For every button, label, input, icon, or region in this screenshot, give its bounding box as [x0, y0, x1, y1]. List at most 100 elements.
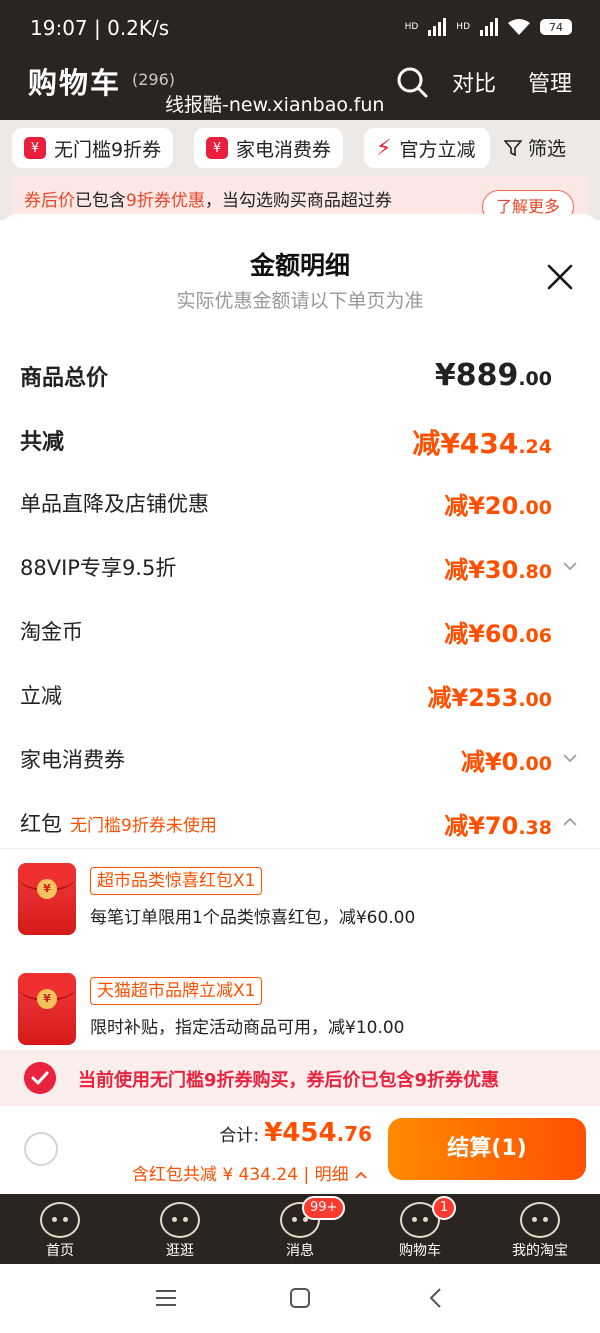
- banner-text-2: 已包含: [75, 191, 126, 211]
- row-amount: 减¥60.06: [444, 620, 552, 648]
- row-label: 共减: [20, 430, 65, 455]
- chevron-down-icon: [563, 754, 577, 763]
- status-bar: 19:07 | 0.2K/s HD HD 74: [0, 0, 600, 56]
- profile-mascot-icon: [520, 1202, 560, 1238]
- chevron-up-icon: [355, 1171, 367, 1179]
- wifi-icon: [508, 19, 530, 35]
- tab-label: 逛逛: [166, 1243, 194, 1259]
- close-icon[interactable]: [545, 262, 575, 292]
- chip-coupon-90[interactable]: ¥ 无门槛9折券: [12, 128, 174, 168]
- row-amount: 减¥434.24: [412, 427, 552, 460]
- chip-official-discount[interactable]: ⚡ 官方立减: [364, 128, 490, 168]
- red-packet-list: ¥ 超市品类惊喜红包X1 每笔订单限用1个品类惊喜红包，减¥60.00 ¥ 天猫…: [0, 848, 600, 1048]
- row-instant-reduce: 立减 减¥253.00: [0, 670, 600, 720]
- row-label: 家电消费券: [20, 748, 125, 772]
- chip-appliance-coupon[interactable]: ¥ 家电消费券: [194, 128, 344, 168]
- status-time: 19:07 | 0.2K/s: [30, 16, 170, 40]
- row-amount: 减¥30.80: [444, 556, 552, 584]
- home-mascot-icon: [40, 1202, 80, 1238]
- tab-label: 消息: [286, 1243, 314, 1259]
- tab-cart[interactable]: 1 购物车: [360, 1194, 480, 1264]
- checkout-bar: 合计: ¥454.76 含红包共减 ¥ 434.24 | 明细 结算(1): [0, 1106, 600, 1194]
- row-label: 立减: [20, 684, 62, 708]
- row-amount: 减¥20.00: [444, 492, 552, 520]
- signal-icon: [428, 18, 447, 36]
- list-item: ¥ 天猫超市品牌立减X1 限时补贴，指定活动商品可用，减¥10.00: [18, 973, 588, 1053]
- browse-mascot-icon: [160, 1202, 200, 1238]
- row-red-packet[interactable]: 红包 无门槛9折券未使用 减¥70.38: [0, 798, 600, 848]
- banner-text-4: ，当勾选购买商品超过券: [204, 191, 392, 211]
- status-icons: HD HD 74: [405, 18, 572, 36]
- search-icon[interactable]: [396, 66, 428, 98]
- row-label: 商品总价: [20, 366, 109, 391]
- app-header: 19:07 | 0.2K/s HD HD 74 购物车 (296) 线报酷-ne…: [0, 0, 600, 120]
- coupon-tag-icon: ¥: [206, 137, 228, 159]
- red-packet-desc: 限时补贴，指定活动商品可用，减¥10.00: [90, 1018, 405, 1038]
- tab-home[interactable]: 首页: [0, 1194, 120, 1264]
- coupon-tag-icon: ¥: [24, 137, 46, 159]
- signal-hd-label-2: HD: [456, 22, 470, 32]
- red-packet-tag: 天猫超市品牌立减X1: [90, 977, 263, 1005]
- red-packet-icon: ¥: [18, 973, 76, 1045]
- funnel-icon: [504, 139, 522, 156]
- chevron-down-icon: [563, 562, 577, 571]
- row-taojinbi: 淘金币 减¥60.06: [0, 606, 600, 656]
- check-icon[interactable]: [24, 1062, 56, 1094]
- filter-label: 筛选: [528, 138, 567, 160]
- banner-text-1: 券后价: [24, 191, 75, 211]
- chip-label: 无门槛9折券: [54, 138, 162, 161]
- amount-detail-sheet: 金额明细 实际优惠金额请以下单页为准 商品总价 ¥889.00 共减 减¥434…: [0, 214, 600, 1194]
- row-amount: ¥889.00: [434, 358, 552, 393]
- row-appliance-coupon[interactable]: 家电消费券 减¥0.00: [0, 734, 600, 784]
- lightning-icon: ⚡: [376, 135, 392, 161]
- checkout-button[interactable]: 结算(1): [388, 1118, 586, 1180]
- manage-button[interactable]: 管理: [528, 66, 572, 98]
- page-title: 购物车: [28, 66, 122, 100]
- red-packet-icon: ¥: [18, 863, 76, 935]
- row-amount: 减¥253.00: [427, 684, 552, 712]
- system-nav-bar: [0, 1264, 600, 1333]
- row-goods-total: 商品总价 ¥889.00: [0, 350, 600, 400]
- filter-button[interactable]: 筛选: [504, 134, 566, 161]
- tab-browse[interactable]: 逛逛: [120, 1194, 240, 1264]
- detail-link[interactable]: 含红包共减 ¥ 434.24 | 明细: [132, 1160, 368, 1185]
- sheet-title: 金额明细: [249, 251, 350, 280]
- row-label: 单品直降及店铺优惠: [20, 492, 209, 516]
- cart-badge: 1: [432, 1196, 457, 1220]
- row-label: 88VIP专享9.5折: [20, 556, 177, 580]
- notice-text: 当前使用无门槛9折券购买，券后价已包含9折券优惠: [78, 1070, 500, 1091]
- total-amount: ¥454.76: [264, 1118, 372, 1148]
- row-single-discount: 单品直降及店铺优惠 减¥20.00: [0, 478, 600, 528]
- tab-label: 首页: [46, 1243, 74, 1259]
- tab-label: 我的淘宝: [512, 1243, 568, 1259]
- tab-messages[interactable]: 99+ 消息: [240, 1194, 360, 1264]
- signal-hd-label-1: HD: [404, 22, 419, 32]
- filter-bar: ¥ 无门槛9折券 ¥ 家电消费券 ⚡ 官方立减 筛选 券后价已包含9折券优惠，当…: [0, 120, 600, 224]
- red-packet-desc: 每笔订单限用1个品类惊喜红包，减¥60.00: [90, 908, 416, 928]
- compare-button[interactable]: 对比: [452, 66, 496, 98]
- row-88vip[interactable]: 88VIP专享9.5折 减¥30.80: [0, 542, 600, 592]
- chip-label: 官方立减: [399, 138, 476, 161]
- row-amount: 减¥0.00: [460, 748, 552, 776]
- tab-label: 购物车: [399, 1243, 441, 1259]
- row-label: 红包 无门槛9折券未使用: [20, 812, 217, 836]
- menu-icon[interactable]: [154, 1286, 178, 1310]
- row-label: 淘金币: [20, 620, 83, 644]
- cart-count: (296): [132, 70, 176, 89]
- back-icon[interactable]: [424, 1286, 448, 1310]
- signal-icon-2: [480, 18, 498, 36]
- total-line: 合计: ¥454.76: [219, 1118, 372, 1148]
- battery-icon: 74: [540, 19, 572, 35]
- home-icon[interactable]: [288, 1286, 312, 1310]
- tab-my-taobao[interactable]: 我的淘宝: [480, 1194, 600, 1264]
- coupon-notice: 当前使用无门槛9折券购买，券后价已包含9折券优惠: [0, 1050, 600, 1106]
- row-amount: 减¥70.38: [444, 812, 552, 840]
- sheet-subtitle: 实际优惠金额请以下单页为准: [176, 290, 424, 312]
- red-packet-tag: 超市品类惊喜红包X1: [90, 867, 263, 895]
- banner-text-3: 9折券优惠: [126, 191, 205, 211]
- select-all-radio[interactable]: [24, 1132, 58, 1166]
- message-badge: 99+: [302, 1196, 346, 1220]
- bottom-tabbar: 首页 逛逛 99+ 消息 1 购物车 我的淘宝: [0, 1194, 600, 1264]
- chevron-up-icon: [563, 817, 577, 826]
- watermark-text: 线报酷-new.xianbao.fun: [165, 94, 385, 116]
